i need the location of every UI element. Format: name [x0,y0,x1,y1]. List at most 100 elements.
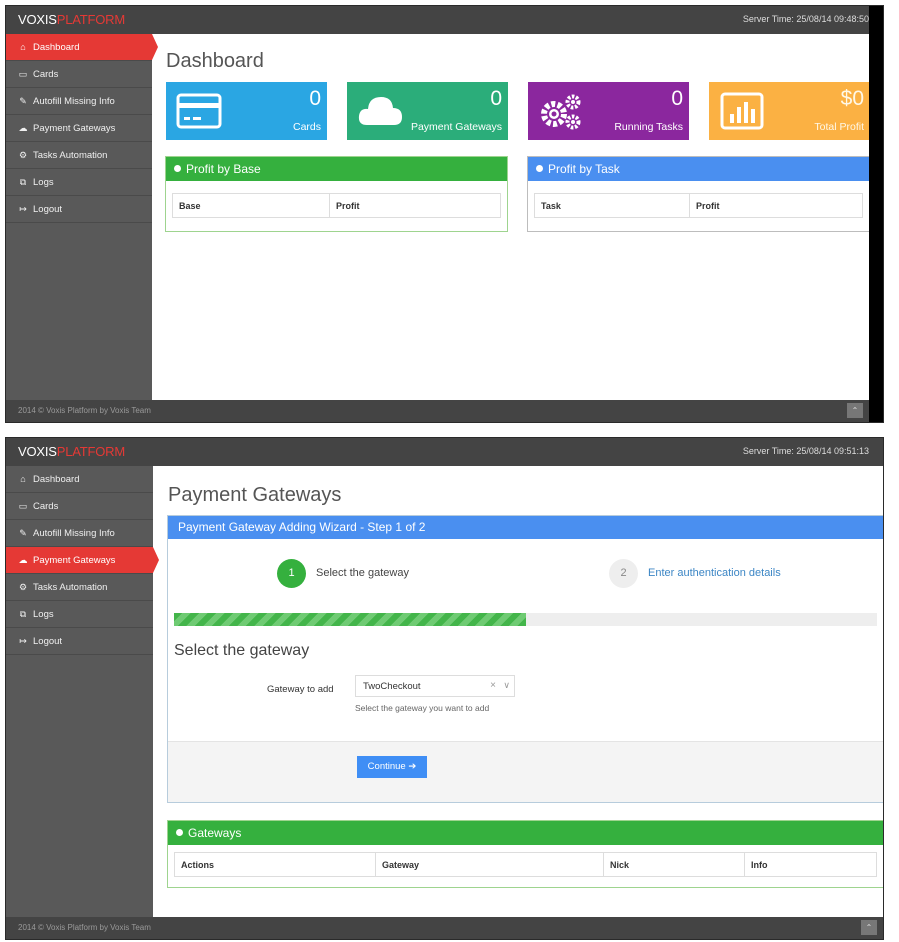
panel-header[interactable]: Gateways [168,821,883,845]
sidebar-item-tasks-automation[interactable]: ⚙ Tasks Automation [6,142,152,169]
scroll-to-top-button[interactable]: ⌃ [861,920,877,935]
stat-value: $0 [840,87,864,110]
gateway-field-label: Gateway to add [267,684,334,695]
brand-logo[interactable]: VOXISPLATFORM [18,12,125,27]
sidebar-item-autofill[interactable]: ✎ Autofill Missing Info [6,88,152,115]
copy-icon: ⧉ [19,609,27,619]
stat-tile-payment-gateways[interactable]: 0 Payment Gateways [347,82,508,140]
card-icon: ▭ [18,501,28,511]
stat-label: Cards [292,121,321,133]
sidebar-item-payment-gateways[interactable]: ☁ Payment Gateways [6,115,152,142]
logout-icon: ↦ [19,636,27,646]
payment-gateways-screenshot: VOXISPLATFORM Server Time: 25/08/14 09:5… [5,437,884,940]
gateway-help-text: Select the gateway you want to add [355,703,490,713]
wizard-progress-bar [174,613,877,626]
scrollbar[interactable] [869,6,883,422]
sidebar-item-logs[interactable]: ⧉ Logs [6,601,153,628]
server-time: Server Time: 25/08/14 09:51:13 [742,446,869,456]
profit-by-base-panel: Profit by Base Base Profit [165,156,508,232]
dashboard-main: Dashboard 0 Cards 0 Payment Gateways 0 R… [152,34,870,400]
collapse-icon [174,165,181,172]
column-header-gateway[interactable]: Gateway [376,853,604,876]
top-bar: VOXISPLATFORM Server Time: 25/08/14 09:5… [6,438,883,466]
stat-value: 0 [671,87,683,110]
page-title: Payment Gateways [168,484,342,506]
stat-label: Running Tasks [614,121,683,133]
column-header-base[interactable]: Base [173,194,330,217]
column-header-profit[interactable]: Profit [330,194,502,217]
sidebar-item-autofill[interactable]: ✎ Autofill Missing Info [6,520,153,547]
sidebar: ⌂ Dashboard ▭ Cards ✎ Autofill Missing Info… [6,466,159,923]
column-header-profit[interactable]: Profit [690,194,864,217]
clear-icon[interactable]: × [490,680,496,691]
wizard-header: Payment Gateway Adding Wizard - Step 1 o… [168,516,883,539]
gateways-table: Actions Gateway Nick Info [174,852,877,877]
scroll-to-top-button[interactable]: ⌃ [847,403,863,418]
dashboard-screenshot: VOXISPLATFORM Server Time: 25/08/14 09:4… [5,5,884,423]
sidebar-item-tasks-automation[interactable]: ⚙ Tasks Automation [6,574,153,601]
sidebar-item-dashboard[interactable]: ⌂ Dashboard [6,34,158,61]
copy-icon: ⧉ [19,177,27,187]
cloud-icon: ☁ [18,123,28,133]
edit-icon: ✎ [19,96,27,106]
gears-icon: ⚙ [18,150,28,160]
panel-header[interactable]: Profit by Task [528,157,869,181]
stat-label: Total Profit [814,121,864,133]
step-2-label[interactable]: Enter authentication details [648,567,781,579]
stat-label: Payment Gateways [410,121,502,133]
column-header-task[interactable]: Task [535,194,690,217]
step-2-indicator[interactable]: 2 [609,559,638,588]
page-title: Dashboard [166,50,264,72]
section-title: Select the gateway [174,642,310,659]
footer-text: 2014 © Voxis Platform by Voxis Team [18,406,151,415]
brand-logo[interactable]: VOXISPLATFORM [18,444,125,459]
sidebar-item-cards[interactable]: ▭ Cards [6,493,153,520]
stat-tile-cards[interactable]: 0 Cards [166,82,327,140]
footer: 2014 © Voxis Platform by Voxis Team ⌃ [6,917,883,939]
profit-by-task-panel: Profit by Task Task Profit [527,156,870,232]
footer-text: 2014 © Voxis Platform by Voxis Team [18,923,151,932]
bar-chart-icon [720,92,764,130]
continue-button[interactable]: Continue ➔ [357,756,427,778]
sidebar-item-dashboard[interactable]: ⌂ Dashboard [6,466,153,493]
chevron-down-icon[interactable]: ∨ [503,680,510,691]
sidebar-item-logout[interactable]: ↦ Logout [6,628,153,655]
sidebar-item-payment-gateways[interactable]: ☁ Payment Gateways [6,547,159,574]
step-1-label[interactable]: Select the gateway [316,567,409,579]
select-value: TwoCheckout [363,681,421,692]
stat-value: 0 [490,87,502,110]
panel-header[interactable]: Profit by Base [166,157,507,181]
edit-icon: ✎ [19,528,27,538]
gateway-select[interactable]: TwoCheckout × ∨ [355,675,515,697]
stat-value: 0 [309,87,321,110]
home-icon: ⌂ [20,42,26,52]
gateways-panel: Gateways Actions Gateway Nick Info [167,820,883,888]
step-1-indicator[interactable]: 1 [277,559,306,588]
profit-by-base-table: Base Profit [172,193,501,218]
gears-icon: ⚙ [18,582,28,592]
card-icon: ▭ [18,69,28,79]
sidebar: ⌂ Dashboard ▭ Cards ✎ Autofill Missing Info… [6,34,158,406]
stat-tile-total-profit[interactable]: $0 Total Profit [709,82,870,140]
column-header-info[interactable]: Info [745,853,878,876]
home-icon: ⌂ [20,474,26,484]
gateway-wizard: Payment Gateway Adding Wizard - Step 1 o… [167,515,883,803]
sidebar-item-logout[interactable]: ↦ Logout [6,196,152,223]
server-time: Server Time: 25/08/14 09:48:50 [742,14,869,24]
credit-card-icon [176,93,222,129]
gateways-main: Payment Gateways Payment Gateway Adding … [153,466,883,917]
cloud-icon [358,97,402,125]
column-header-actions[interactable]: Actions [175,853,376,876]
footer: 2014 © Voxis Platform by Voxis Team ⌃ [6,400,869,422]
logout-icon: ↦ [19,204,27,214]
wizard-footer: Continue ➔ [168,741,883,802]
sidebar-item-logs[interactable]: ⧉ Logs [6,169,152,196]
progress-fill [174,613,526,626]
stat-tile-running-tasks[interactable]: 0 Running Tasks [528,82,689,140]
column-header-nick[interactable]: Nick [604,853,745,876]
gears-icon [541,94,581,130]
collapse-icon [536,165,543,172]
profit-by-task-table: Task Profit [534,193,863,218]
collapse-icon [176,829,183,836]
sidebar-item-cards[interactable]: ▭ Cards [6,61,152,88]
